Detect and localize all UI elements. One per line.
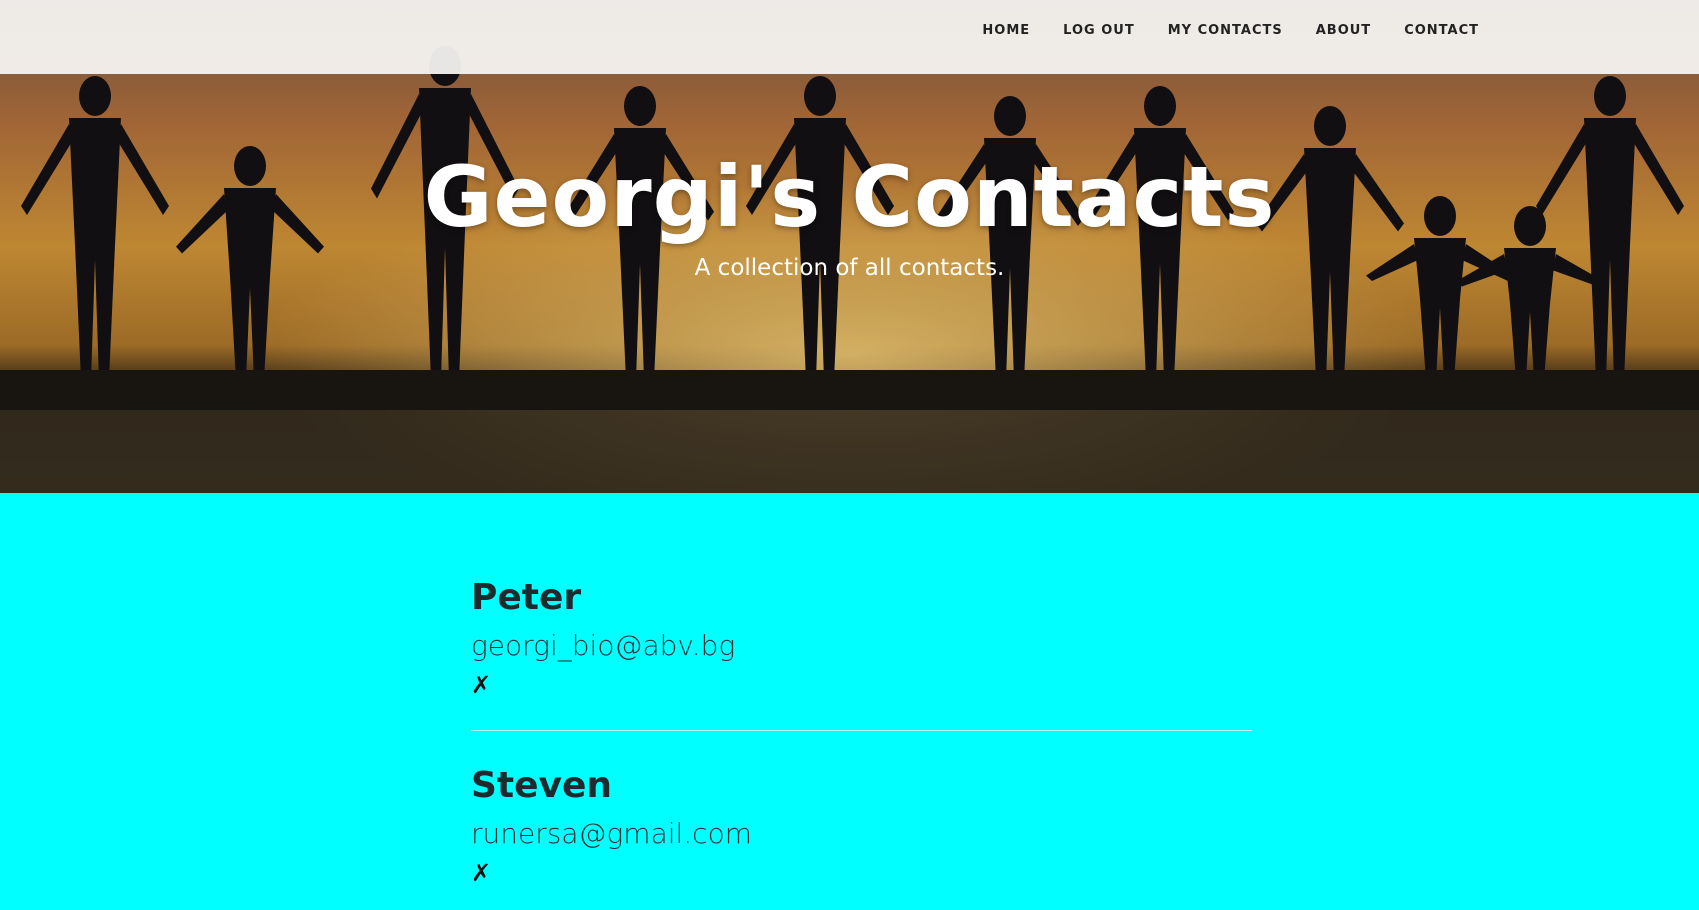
nav-item-logout: LOG OUT: [1063, 21, 1135, 39]
nav-link-about[interactable]: ABOUT: [1316, 23, 1371, 38]
nav-item-home: HOME: [982, 21, 1030, 39]
nav-link-contact[interactable]: CONTACT: [1404, 23, 1479, 38]
contact-name: Peter: [471, 577, 582, 618]
delete-icon[interactable]: ✗: [471, 858, 491, 888]
nav-link-logout[interactable]: LOG OUT: [1063, 23, 1135, 38]
contact-entry: Peter georgi_bio@abv.bg ✗: [471, 493, 1252, 731]
contacts-list: Peter georgi_bio@abv.bg ✗ Steven runersa…: [471, 493, 1252, 888]
nav-link-my-contacts[interactable]: MY CONTACTS: [1168, 23, 1283, 38]
delete-icon[interactable]: ✗: [471, 670, 491, 700]
top-navbar: HOME LOG OUT MY CONTACTS ABOUT CONTACT: [0, 0, 1699, 74]
page-subtitle: A collection of all contacts.: [694, 255, 1005, 281]
contact-name: Steven: [471, 765, 613, 806]
contact-email: runersa@gmail.com: [471, 817, 752, 850]
nav-link-home[interactable]: HOME: [982, 23, 1030, 38]
contact-entry: Steven runersa@gmail.com ✗: [471, 731, 1252, 888]
contact-email: georgi_bio@abv.bg: [471, 629, 736, 662]
nav-menu: HOME LOG OUT MY CONTACTS ABOUT CONTACT: [949, 0, 1479, 60]
page-title: Georgi's Contacts: [423, 148, 1276, 246]
nav-item-about: ABOUT: [1316, 21, 1371, 39]
nav-item-my-contacts: MY CONTACTS: [1168, 21, 1283, 39]
nav-item-contact: CONTACT: [1404, 21, 1479, 39]
